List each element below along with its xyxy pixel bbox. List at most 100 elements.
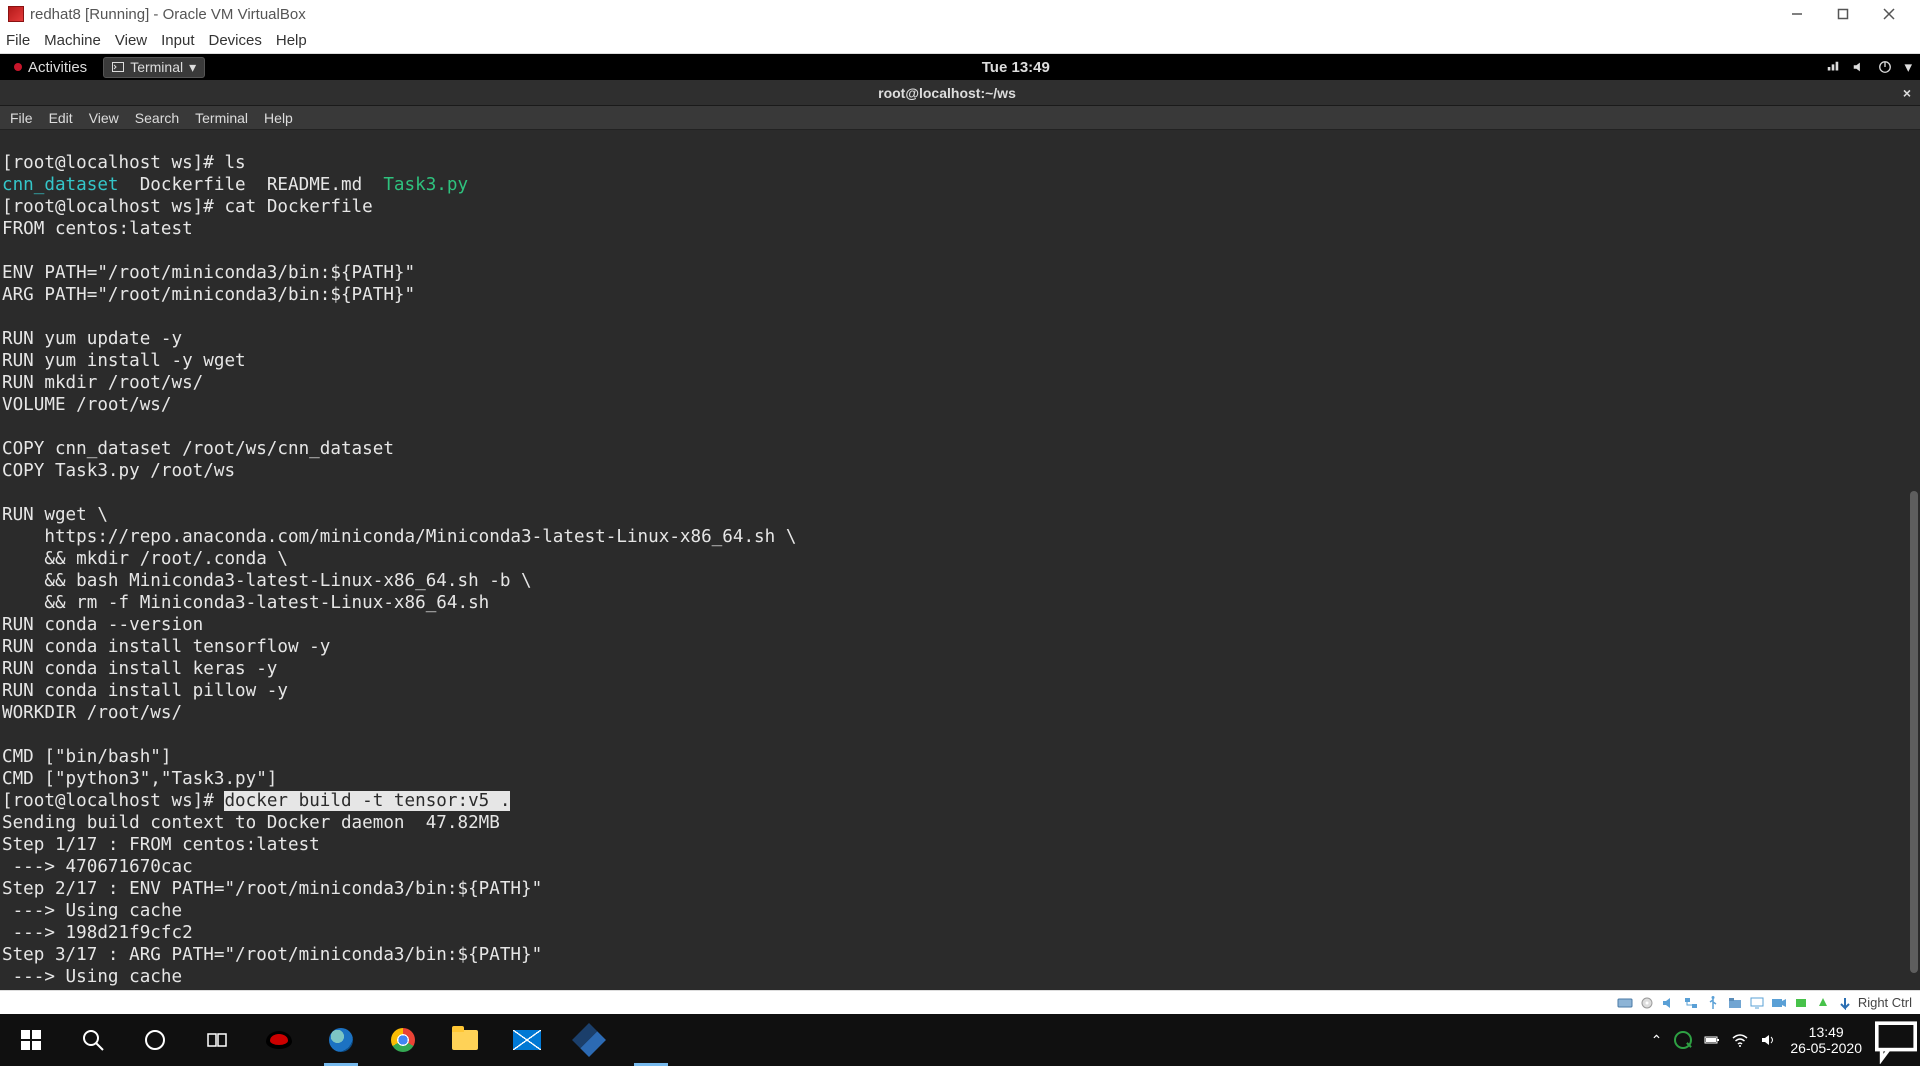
vb-menu-machine[interactable]: Machine (44, 32, 101, 49)
vb-menu-file[interactable]: File (6, 32, 30, 49)
battery-icon[interactable] (1704, 1032, 1720, 1048)
taskbar-app-edge[interactable] (310, 1014, 372, 1066)
vb-menu-input[interactable]: Input (161, 32, 194, 49)
volume-icon[interactable] (1760, 1032, 1776, 1048)
terminal-line: [root@localhost ws]# ls (2, 153, 246, 173)
minimize-button[interactable] (1774, 0, 1820, 28)
gnome-status-tray[interactable]: ▾ (1826, 58, 1912, 76)
vb-menu-help[interactable]: Help (276, 32, 307, 49)
terminal-line: Step 1/17 : FROM centos:latest (2, 835, 320, 855)
vb-audio-icon[interactable] (1660, 995, 1678, 1011)
redhat-icon (266, 1031, 292, 1049)
virtualbox-menubar: File Machine View Input Devices Help (0, 28, 1920, 54)
notification-icon (1872, 1016, 1920, 1064)
terminal-line: Sending build context to Docker daemon 4… (2, 813, 500, 833)
terminal-line: [root@localhost ws]# cat Dockerfile (2, 197, 373, 217)
terminal-line: ---> 470671670cac (2, 857, 193, 877)
terminal-line (2, 241, 13, 261)
window-title: redhat8 [Running] - Oracle VM VirtualBox (30, 6, 306, 23)
virtualbox-icon (572, 1023, 606, 1057)
network-icon (1826, 60, 1840, 74)
chevron-down-icon: ▾ (1904, 58, 1912, 76)
vb-display-icon[interactable] (1748, 995, 1766, 1011)
terminal-line: Step 3/17 : ARG PATH="/root/miniconda3/b… (2, 945, 542, 965)
term-menu-help[interactable]: Help (264, 110, 293, 126)
tray-app-icon[interactable] (1674, 1031, 1692, 1049)
chevron-down-icon: ▾ (189, 59, 196, 76)
term-menu-search[interactable]: Search (135, 110, 179, 126)
vb-shared-folder-icon[interactable] (1726, 995, 1744, 1011)
vb-menu-devices[interactable]: Devices (209, 32, 262, 49)
close-button[interactable] (1866, 0, 1912, 28)
vb-menu-view[interactable]: View (115, 32, 147, 49)
term-menu-view[interactable]: View (89, 110, 119, 126)
activities-button[interactable]: Activities (8, 59, 93, 76)
start-button[interactable] (0, 1014, 62, 1066)
terminal-line: CMD ["python3","Task3.py"] (2, 769, 277, 789)
action-center-button[interactable] (1872, 1014, 1920, 1066)
vb-mouse-icon[interactable] (1814, 995, 1832, 1011)
active-app-pill[interactable]: Terminal ▾ (103, 57, 205, 78)
virtualbox-icon (8, 6, 24, 22)
taskbar-app-virtualbox[interactable] (558, 1014, 620, 1066)
taskbar-app-mail[interactable] (496, 1014, 558, 1066)
maximize-button[interactable] (1820, 0, 1866, 28)
terminal-line (2, 483, 13, 503)
gnome-top-bar: Activities Terminal ▾ Tue 13:49 ▾ (0, 54, 1920, 80)
wifi-icon[interactable] (1732, 1032, 1748, 1048)
vb-recording-icon[interactable] (1770, 995, 1788, 1011)
terminal-line: Step 2/17 : ENV PATH="/root/miniconda3/b… (2, 879, 542, 899)
gnome-clock[interactable]: Tue 13:49 (205, 59, 1826, 76)
taskbar-app-virtualbox-running[interactable] (620, 1014, 682, 1066)
terminal-line: [root@localhost ws]# docker build -t ten… (2, 791, 510, 811)
vb-cd-icon[interactable] (1638, 995, 1656, 1011)
task-view-icon (205, 1028, 229, 1052)
search-button[interactable] (62, 1014, 124, 1066)
terminal-line: && rm -f Miniconda3-latest-Linux-x86_64.… (2, 593, 489, 613)
terminal-line: ---> Using cache (2, 967, 182, 987)
vb-cpu-icon[interactable] (1792, 995, 1810, 1011)
task-view-button[interactable] (186, 1014, 248, 1066)
vb-keyboard-icon[interactable] (1836, 995, 1854, 1011)
terminal-line: https://repo.anaconda.com/miniconda/Mini… (2, 527, 796, 547)
terminal-line: ---> 198d21f9cfc2 (2, 923, 193, 943)
vb-usb-icon[interactable] (1704, 995, 1722, 1011)
terminal-line: RUN conda --version (2, 615, 203, 635)
terminal-tab-close[interactable]: × (1894, 85, 1920, 101)
tray-chevron-up-icon[interactable]: ⌃ (1651, 1032, 1663, 1049)
scrollbar-thumb[interactable] (1910, 491, 1918, 973)
terminal-scrollbar[interactable] (1908, 130, 1920, 990)
vb-network-icon[interactable] (1682, 995, 1700, 1011)
taskbar-time: 13:49 (1790, 1024, 1862, 1040)
terminal-icon (112, 61, 124, 73)
virtualbox-statusbar: Right Ctrl (0, 990, 1920, 1014)
terminal-line: RUN yum install -y wget (2, 351, 246, 371)
terminal-line: COPY cnn_dataset /root/ws/cnn_dataset (2, 439, 394, 459)
windows-taskbar: ⌃ 13:49 26-05-2020 (0, 1014, 1920, 1066)
system-tray[interactable]: ⌃ (1647, 1031, 1781, 1049)
terminal-line: RUN conda install pillow -y (2, 681, 288, 701)
taskbar-app-explorer[interactable] (434, 1014, 496, 1066)
windows-icon (19, 1028, 43, 1052)
terminal-line: ---> 64bb54360b21 (2, 989, 193, 990)
power-icon (1878, 60, 1892, 74)
vb-hostkey-label: Right Ctrl (1858, 995, 1912, 1010)
term-menu-file[interactable]: File (10, 110, 33, 126)
term-menu-edit[interactable]: Edit (49, 110, 73, 126)
terminal-line: COPY Task3.py /root/ws (2, 461, 235, 481)
term-menu-terminal[interactable]: Terminal (195, 110, 248, 126)
cortana-button[interactable] (124, 1014, 186, 1066)
vb-hdd-icon[interactable] (1616, 995, 1634, 1011)
terminal-tab-bar: root@localhost:~/ws × (0, 80, 1920, 106)
taskbar-app-redhat[interactable] (248, 1014, 310, 1066)
terminal-line: ARG PATH="/root/miniconda3/bin:${PATH}" (2, 285, 415, 305)
cortana-icon (143, 1028, 167, 1052)
taskbar-app-chrome[interactable] (372, 1014, 434, 1066)
terminal-line: RUN yum update -y (2, 329, 182, 349)
virtualbox-titlebar: redhat8 [Running] - Oracle VM VirtualBox (0, 0, 1920, 28)
active-app-label: Terminal (130, 59, 183, 75)
edge-icon (329, 1028, 353, 1052)
taskbar-clock[interactable]: 13:49 26-05-2020 (1780, 1024, 1872, 1056)
terminal-body[interactable]: [root@localhost ws]# ls cnn_dataset Dock… (0, 130, 1920, 990)
terminal-line: && bash Miniconda3-latest-Linux-x86_64.s… (2, 571, 532, 591)
